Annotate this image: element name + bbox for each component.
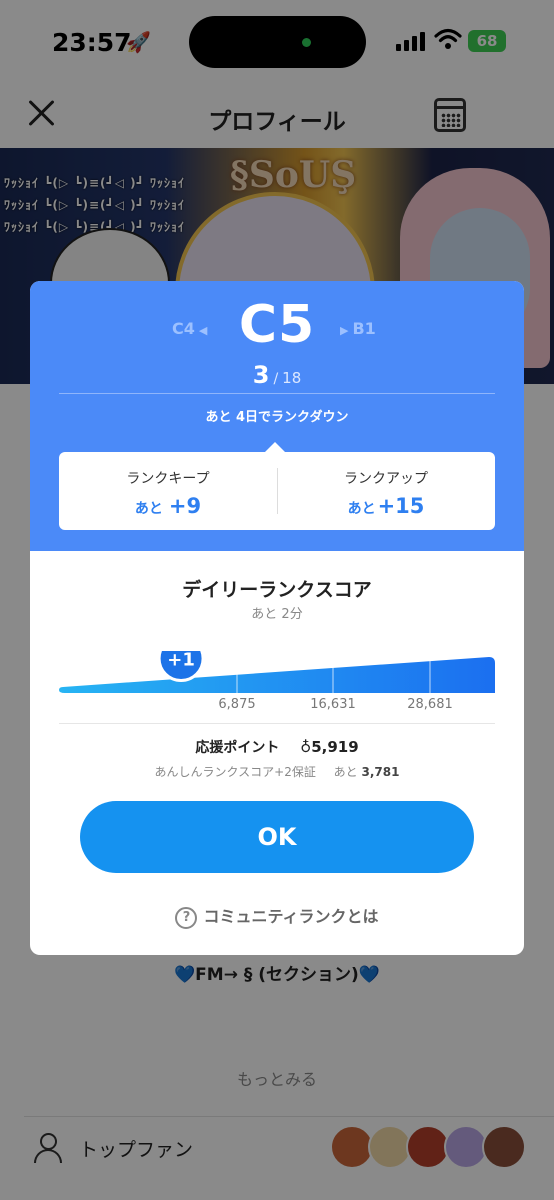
rank-up-card: ランクアップ あと+15 xyxy=(277,452,495,530)
rank-up-prefix: あと xyxy=(347,501,376,517)
next-rank: ▶ B1 xyxy=(340,319,376,338)
community-rank-help-link[interactable]: ? コミュニティランクとは xyxy=(30,903,524,929)
rank-keep-value: +9 xyxy=(168,494,202,518)
progress-badge: +1 xyxy=(157,651,205,682)
rank-up-value: +15 xyxy=(377,494,425,518)
guarantee-remain-value: 3,781 xyxy=(361,765,400,779)
help-label: コミュニティランクとは xyxy=(203,907,379,926)
rank-keep-prefix: あと xyxy=(134,501,163,517)
rank-position-total: 18 xyxy=(282,369,302,387)
tick-label: 16,631 xyxy=(310,697,356,712)
tick-label: 6,875 xyxy=(218,697,256,712)
question-icon: ? xyxy=(175,906,198,929)
daily-score-title: デイリーランクスコア xyxy=(182,579,372,601)
divider xyxy=(59,723,495,724)
rank-position: 3/18 xyxy=(252,361,302,389)
current-rank: C5 xyxy=(238,295,316,355)
daily-score-progress: +1 xyxy=(59,651,495,693)
progress-badge-label: +1 xyxy=(167,651,195,670)
rank-keep-title: ランクキープ xyxy=(126,471,210,487)
rank-score-guarantee: あんしんランクスコア+2保証 あと 3,781 xyxy=(30,763,524,780)
daily-score-time-left: あと 2分 xyxy=(251,607,303,622)
support-points-value: ♁5,919 xyxy=(300,738,359,756)
divider xyxy=(59,393,495,394)
rank-position-value: 3 xyxy=(252,361,270,389)
tick-label: 28,681 xyxy=(407,697,453,712)
community-rank-modal: C4 ◀ C5 ▶ B1 3/18 あと 4日でランクダウン ランクキープ あと +9… xyxy=(30,281,524,955)
rank-up-title: ランクアップ xyxy=(344,471,428,487)
ok-button[interactable]: OK xyxy=(80,801,474,873)
rank-header: C4 ◀ C5 ▶ B1 3/18 あと 4日でランクダウン ランクキープ あと +9… xyxy=(30,281,524,551)
rank-down-message: あと 4日でランクダウン xyxy=(205,410,349,425)
rank-keep-card: ランクキープ あと +9 xyxy=(59,452,277,530)
guarantee-text: あんしんランクスコア+2保証 xyxy=(154,765,316,779)
support-points-label: 応援ポイント xyxy=(195,740,280,756)
rank-targets-card: ランクキープ あと +9 ランクアップ あと+15 xyxy=(59,442,495,530)
support-points-row: 応援ポイント ♁5,919 xyxy=(30,737,524,757)
guarantee-remain-label: あと xyxy=(333,765,358,779)
